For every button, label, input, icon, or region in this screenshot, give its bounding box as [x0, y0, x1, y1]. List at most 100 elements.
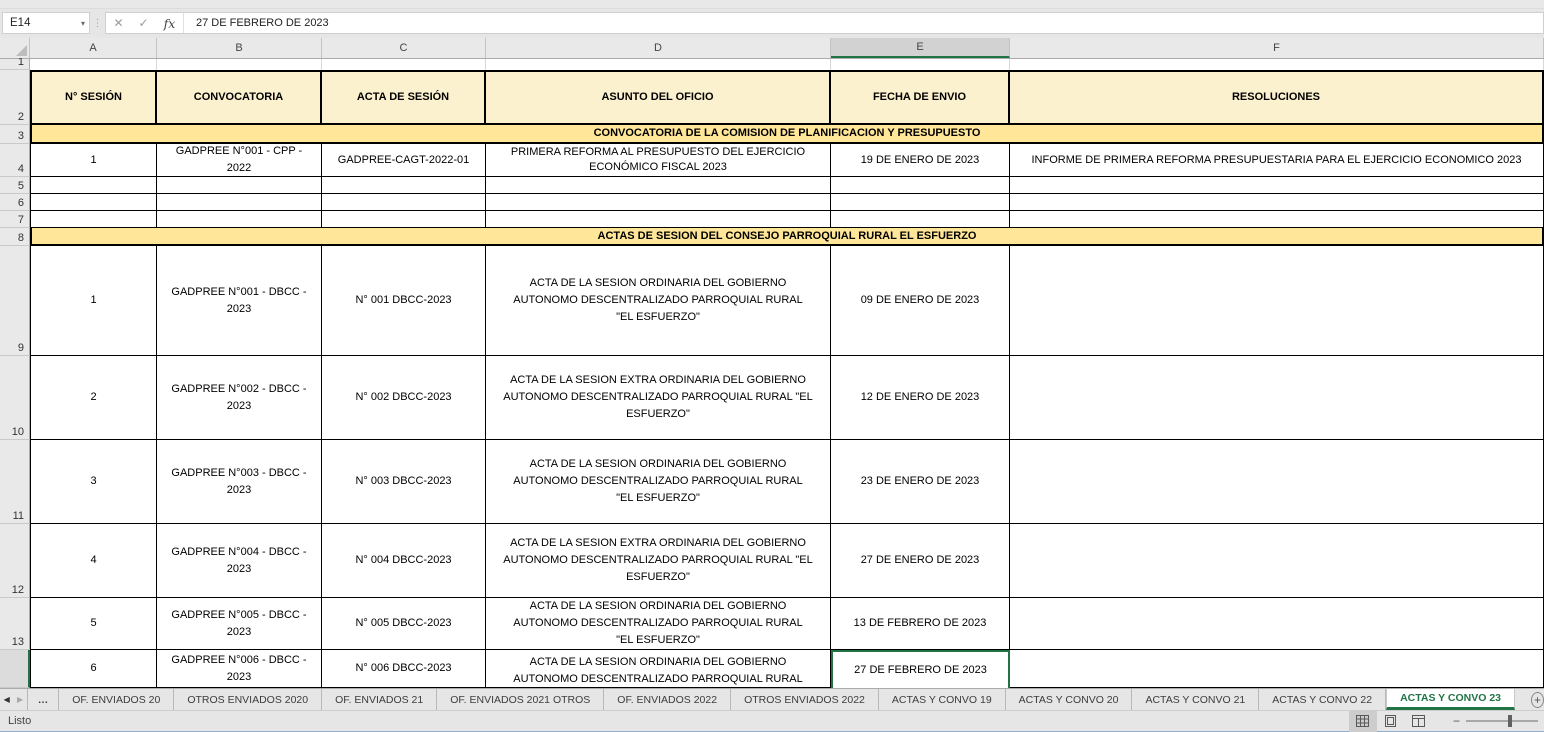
cell-d7[interactable] — [486, 211, 831, 228]
cell-d1[interactable] — [486, 59, 831, 70]
cell-a11[interactable]: 3 — [30, 440, 157, 524]
zoom-slider-track[interactable] — [1466, 720, 1538, 722]
tab-of-enviados-2022[interactable]: OF. ENVIADOS 2022 — [604, 689, 731, 710]
cell-f14[interactable] — [1010, 650, 1544, 688]
cell-c14[interactable]: N° 006 DBCC-2023 — [322, 650, 486, 688]
row-header-6[interactable]: 6 — [0, 194, 30, 211]
cell-a13[interactable]: 5 — [30, 598, 157, 650]
table-header-sesion[interactable]: N° SESIÓN — [30, 70, 157, 125]
cell-d13[interactable]: ACTA DE LA SESION ORDINARIA DEL GOBIERNO… — [486, 598, 831, 650]
cell-c12[interactable]: N° 004 DBCC-2023 — [322, 524, 486, 598]
cell-f4[interactable]: INFORME DE PRIMERA REFORMA PRESUPUESTARI… — [1010, 144, 1544, 177]
cell-a1[interactable] — [30, 59, 157, 70]
cell-d5[interactable] — [486, 177, 831, 194]
cancel-icon[interactable]: ✕ — [106, 16, 131, 30]
cell-c13[interactable]: N° 005 DBCC-2023 — [322, 598, 486, 650]
column-header-a[interactable]: A — [30, 38, 157, 58]
column-header-e-selected[interactable]: E — [831, 38, 1010, 58]
cell-e12[interactable]: 27 DE ENERO DE 2023 — [831, 524, 1010, 598]
tab-actas-y-convo-19[interactable]: ACTAS Y CONVO 19 — [879, 689, 1006, 710]
tab-actas-y-convo-20[interactable]: ACTAS Y CONVO 20 — [1006, 689, 1133, 710]
row-header-13[interactable]: 13 — [0, 598, 30, 650]
cell-a6[interactable] — [30, 194, 157, 211]
tab-actas-y-convo-22[interactable]: ACTAS Y CONVO 22 — [1259, 689, 1386, 710]
row-header-8[interactable]: 8 — [0, 228, 30, 246]
cell-e5[interactable] — [831, 177, 1010, 194]
cell-b10[interactable]: GADPREE N°002 - DBCC - 2023 — [157, 356, 322, 440]
table-header-acta[interactable]: ACTA DE SESIÓN — [322, 70, 486, 125]
row-header-10[interactable]: 10 — [0, 356, 30, 440]
cell-e1[interactable] — [831, 59, 1010, 70]
cell-b14[interactable]: GADPREE N°006 - DBCC - 2023 — [157, 650, 322, 688]
cell-e4[interactable]: 19 DE ENERO DE 2023 — [831, 144, 1010, 177]
column-header-d[interactable]: D — [486, 38, 831, 58]
row-header-1[interactable]: 1 — [0, 59, 30, 70]
cell-e7[interactable] — [831, 211, 1010, 228]
sheet-overflow-button[interactable]: … — [27, 689, 60, 710]
formula-bar-splitter-icon[interactable]: ⋮ — [90, 18, 105, 29]
table-header-fecha[interactable]: FECHA DE ENVIO — [831, 70, 1010, 125]
row-header-11[interactable]: 11 — [0, 440, 30, 524]
page-break-view-button[interactable] — [1405, 711, 1433, 732]
row-header-12[interactable]: 12 — [0, 524, 30, 598]
insert-function-icon[interactable]: fx — [156, 16, 183, 31]
cell-a10[interactable]: 2 — [30, 356, 157, 440]
column-header-c[interactable]: C — [322, 38, 486, 58]
cell-a14[interactable]: 6 — [30, 650, 157, 688]
cell-a7[interactable] — [30, 211, 157, 228]
cell-f9[interactable] — [1010, 246, 1544, 356]
row-header-2[interactable]: 2 — [0, 70, 30, 125]
cell-d11[interactable]: ACTA DE LA SESION ORDINARIA DEL GOBIERNO… — [486, 440, 831, 524]
name-box[interactable]: E14 ▾ — [2, 12, 90, 34]
cell-f10[interactable] — [1010, 356, 1544, 440]
cell-f6[interactable] — [1010, 194, 1544, 211]
prev-sheet-icon[interactable]: ◀ — [0, 689, 13, 710]
table-header-asunto[interactable]: ASUNTO DEL OFICIO — [486, 70, 831, 125]
cell-e11[interactable]: 23 DE ENERO DE 2023 — [831, 440, 1010, 524]
cell-e10[interactable]: 12 DE ENERO DE 2023 — [831, 356, 1010, 440]
cell-f7[interactable] — [1010, 211, 1544, 228]
cell-a9[interactable]: 1 — [30, 246, 157, 356]
tab-otros-enviados-2020[interactable]: OTROS ENVIADOS 2020 — [174, 689, 322, 710]
cell-c1[interactable] — [322, 59, 486, 70]
cell-f5[interactable] — [1010, 177, 1544, 194]
row-header-4[interactable]: 4 — [0, 144, 30, 177]
row-header-14[interactable] — [0, 650, 30, 688]
cell-b11[interactable]: GADPREE N°003 - DBCC - 2023 — [157, 440, 322, 524]
tab-of-enviados-2021-otros[interactable]: OF. ENVIADOS 2021 OTROS — [437, 689, 604, 710]
tab-actas-y-convo-23-active[interactable]: ACTAS Y CONVO 23 — [1386, 689, 1515, 710]
cell-b4[interactable]: GADPREE N°001 - CPP - 2022 — [157, 144, 322, 177]
cell-b13[interactable]: GADPREE N°005 - DBCC - 2023 — [157, 598, 322, 650]
cell-c9[interactable]: N° 001 DBCC-2023 — [322, 246, 486, 356]
tab-of-enviados-21[interactable]: OF. ENVIADOS 21 — [322, 689, 437, 710]
cell-e14-active[interactable]: 27 DE FEBRERO DE 2023 — [831, 650, 1010, 688]
select-all-corner[interactable] — [0, 38, 30, 58]
cell-d10[interactable]: ACTA DE LA SESION EXTRA ORDINARIA DEL GO… — [486, 356, 831, 440]
cell-b9[interactable]: GADPREE N°001 - DBCC - 2023 — [157, 246, 322, 356]
formula-input[interactable]: 27 DE FEBRERO DE 2023 — [186, 17, 329, 29]
cell-f1[interactable] — [1010, 59, 1544, 70]
zoom-slider-handle[interactable] — [1508, 715, 1512, 727]
table-header-convocatoria[interactable]: CONVOCATORIA — [157, 70, 322, 125]
next-sheet-icon[interactable]: ▶ — [13, 689, 26, 710]
normal-view-button[interactable] — [1349, 711, 1377, 732]
cell-e9[interactable]: 09 DE ENERO DE 2023 — [831, 246, 1010, 356]
cell-f13[interactable] — [1010, 598, 1544, 650]
cell-c5[interactable] — [322, 177, 486, 194]
tab-of-enviados-20[interactable]: OF. ENVIADOS 20 — [59, 689, 174, 710]
add-sheet-icon[interactable]: + — [1531, 692, 1544, 708]
row-header-5[interactable]: 5 — [0, 177, 30, 194]
cell-b1[interactable] — [157, 59, 322, 70]
cell-a12[interactable]: 4 — [30, 524, 157, 598]
cell-d4[interactable]: PRIMERA REFORMA AL PRESUPUESTO DEL EJERC… — [486, 144, 831, 177]
zoom-out-icon[interactable]: − — [1447, 714, 1466, 728]
column-header-b[interactable]: B — [157, 38, 322, 58]
cell-f12[interactable] — [1010, 524, 1544, 598]
row-header-3[interactable]: 3 — [0, 125, 30, 144]
cell-b6[interactable] — [157, 194, 322, 211]
table-header-resoluciones[interactable]: RESOLUCIONES — [1010, 70, 1544, 125]
tab-actas-y-convo-21[interactable]: ACTAS Y CONVO 21 — [1132, 689, 1259, 710]
cell-c6[interactable] — [322, 194, 486, 211]
cell-f11[interactable] — [1010, 440, 1544, 524]
cell-d6[interactable] — [486, 194, 831, 211]
